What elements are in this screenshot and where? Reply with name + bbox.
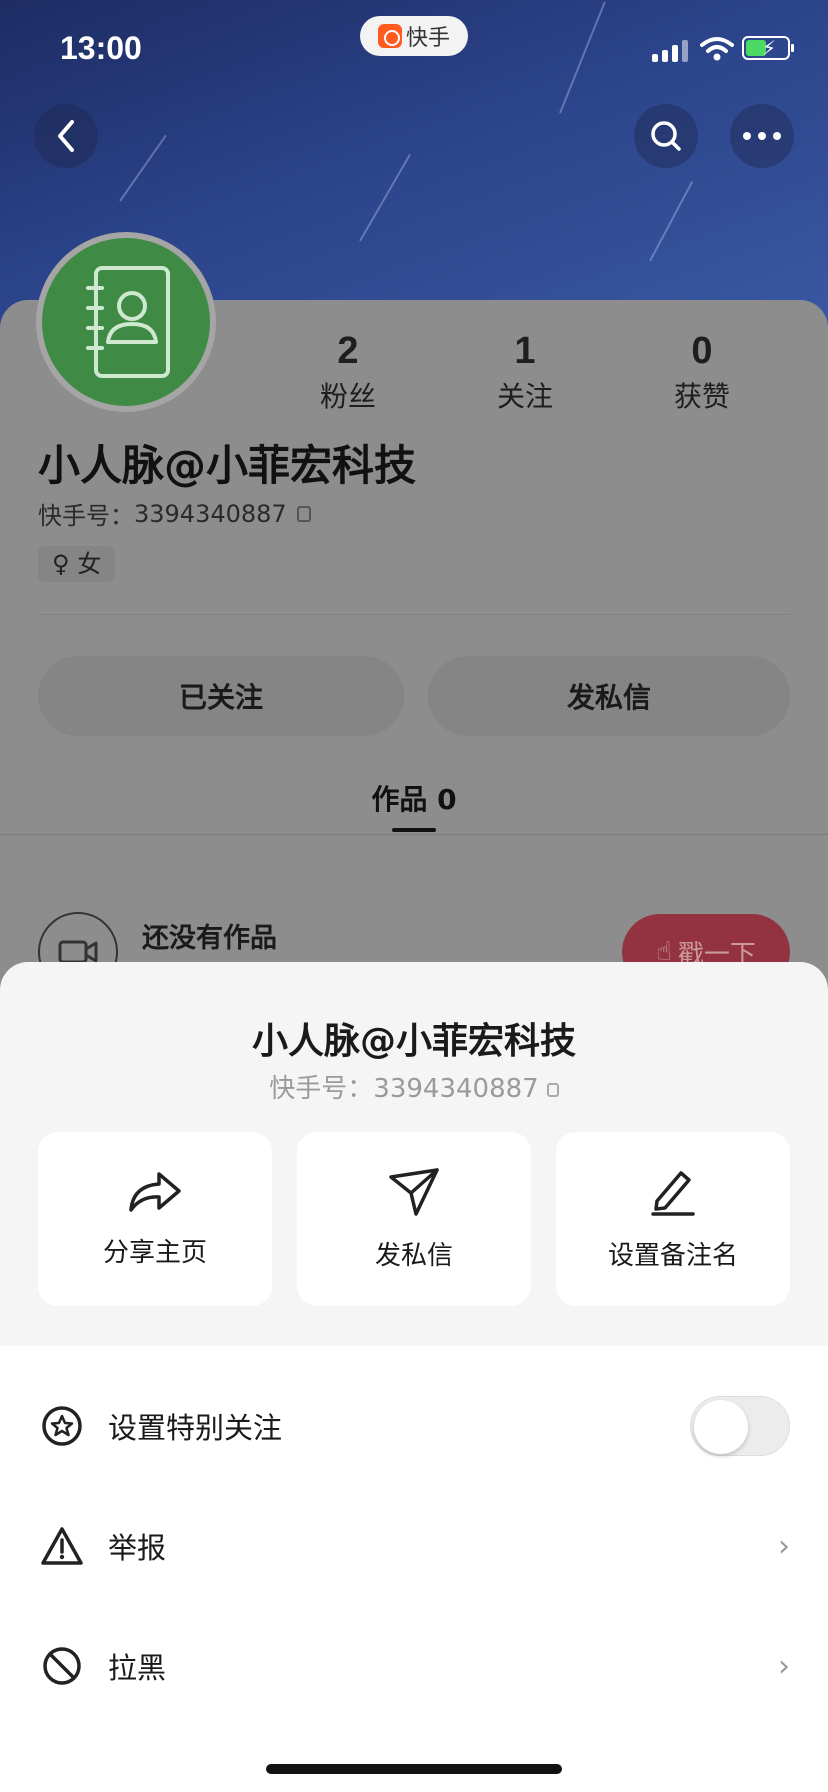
- home-indicator[interactable]: [266, 1764, 562, 1774]
- block-icon: [40, 1644, 84, 1688]
- cellular-signal-icon: [652, 40, 690, 62]
- search-icon: [651, 121, 681, 151]
- avatar[interactable]: [36, 232, 216, 412]
- stat-following-num: 1: [514, 330, 536, 372]
- stat-likes-num: 0: [691, 330, 713, 372]
- special-follow-toggle[interactable]: [690, 1396, 790, 1456]
- battery-icon: ⚡: [742, 36, 794, 60]
- stat-likes[interactable]: 0 获赞: [632, 330, 772, 415]
- tab-divider: [0, 834, 828, 835]
- stat-fans-label: 粉丝: [319, 380, 376, 413]
- special-follow-label: 设置特别关注: [108, 1411, 283, 1445]
- status-time: 13:00: [60, 30, 142, 66]
- wifi-icon: [700, 37, 734, 61]
- back-button[interactable]: [34, 104, 98, 168]
- contact-book-icon: [86, 266, 170, 378]
- share-icon: [129, 1171, 181, 1212]
- app-badge-label: 快手: [405, 26, 450, 51]
- set-remark-label: 设置备注名: [607, 1240, 738, 1271]
- warning-icon: [40, 1524, 84, 1568]
- chevron-right-icon: ›: [778, 1648, 790, 1684]
- special-follow-row[interactable]: 设置特别关注: [0, 1366, 828, 1486]
- kuaishou-id-value: 3394340887: [134, 499, 287, 528]
- gender-label: 女: [77, 550, 102, 578]
- report-row[interactable]: 举报 ›: [0, 1486, 828, 1606]
- tab-indicator: [392, 828, 436, 832]
- profile-nickname: 小人脉@小菲宏科技: [38, 441, 417, 490]
- send-message-button[interactable]: 发私信: [297, 1132, 531, 1306]
- stat-following[interactable]: 1 关注: [455, 330, 595, 415]
- block-label: 拉黑: [108, 1651, 167, 1685]
- followed-button[interactable]: 已关注: [38, 656, 404, 736]
- sheet-id-value: 3394340887: [373, 1074, 539, 1104]
- female-icon: ♀: [52, 550, 70, 578]
- kuaishou-id-label: 快手号：: [38, 502, 134, 530]
- stat-likes-label: 获赞: [673, 380, 730, 413]
- search-button[interactable]: [634, 104, 698, 168]
- block-row[interactable]: 拉黑 ›: [0, 1606, 828, 1726]
- stat-fans-num: 2: [337, 330, 359, 372]
- sheet-options-list: 设置特别关注 举报 › 拉黑 ›: [0, 1346, 828, 1792]
- action-sheet: 小人脉@小菲宏科技 快手号：3394340887 分享主页 发私信 设置备注名: [0, 962, 828, 1792]
- more-button[interactable]: [730, 104, 794, 168]
- copy-icon[interactable]: [546, 1083, 559, 1097]
- divider: [38, 614, 790, 615]
- copy-icon[interactable]: [296, 505, 311, 522]
- status-bar: 13:00 快手 ⚡: [0, 0, 828, 100]
- report-label: 举报: [108, 1531, 167, 1565]
- send-message-label: 发私信: [374, 1240, 453, 1271]
- toggle-knob: [694, 1400, 748, 1454]
- empty-works-text: 还没有作品: [142, 923, 277, 954]
- stat-fans[interactable]: 2 粉丝: [278, 330, 418, 415]
- kuaishou-logo-icon: [377, 24, 402, 48]
- set-remark-button[interactable]: 设置备注名: [556, 1132, 790, 1306]
- chevron-left-icon: [58, 120, 74, 152]
- share-profile-label: 分享主页: [102, 1237, 207, 1268]
- more-icon: [743, 132, 781, 140]
- sheet-id-label: 快手号：: [269, 1074, 374, 1104]
- message-button[interactable]: 发私信: [428, 656, 790, 736]
- profile-kuaishou-id[interactable]: 快手号： 3394340887: [38, 496, 311, 531]
- star-circle-icon: [40, 1404, 84, 1448]
- sheet-nickname: 小人脉@小菲宏科技: [251, 1021, 576, 1062]
- tab-works[interactable]: 作品 0: [0, 778, 828, 818]
- edit-icon: [651, 1170, 695, 1216]
- app-badge[interactable]: 快手: [360, 16, 468, 56]
- chevron-right-icon: ›: [778, 1528, 790, 1564]
- gender-badge: ♀ 女: [38, 546, 116, 582]
- stat-following-label: 关注: [496, 380, 553, 413]
- sheet-kuaishou-id[interactable]: 快手号：3394340887: [0, 1068, 828, 1105]
- send-icon: [389, 1167, 439, 1216]
- share-profile-button[interactable]: 分享主页: [38, 1132, 272, 1306]
